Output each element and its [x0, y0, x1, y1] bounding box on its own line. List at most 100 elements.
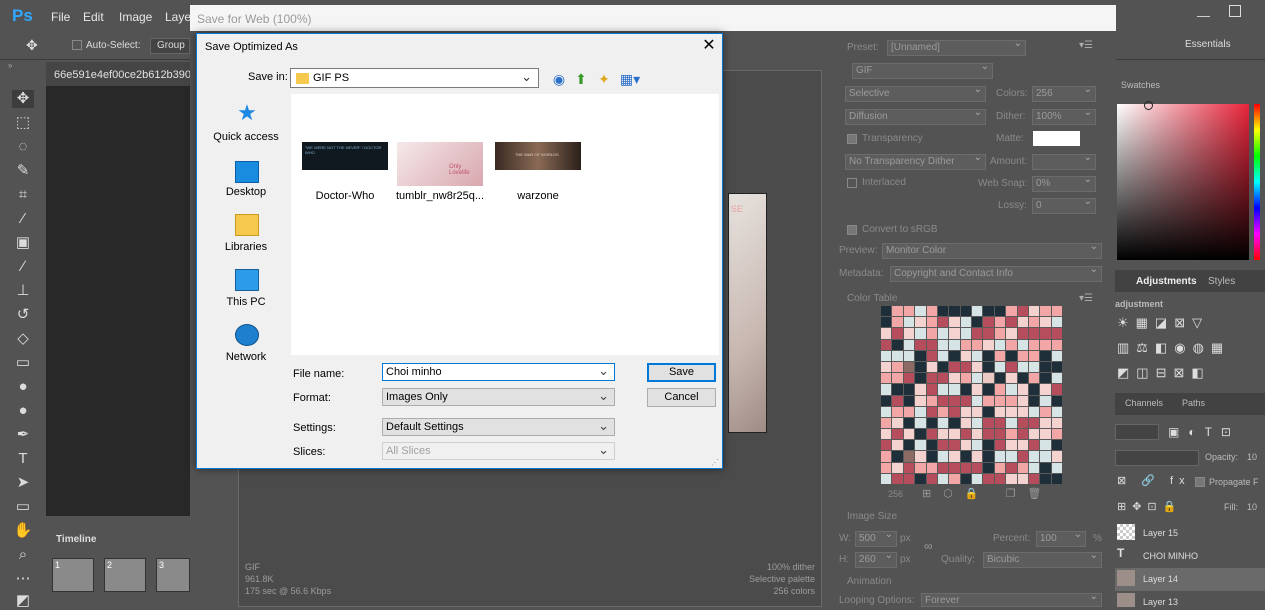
color-swatch[interactable]	[915, 306, 926, 317]
color-swatch[interactable]	[903, 361, 915, 373]
preset-select[interactable]: [Unnamed]	[887, 38, 1026, 56]
crop-tool-icon[interactable]: ⌗	[12, 186, 34, 204]
color-swatch[interactable]	[926, 306, 937, 317]
dither-field[interactable]: 100%	[1032, 107, 1096, 125]
path-select-icon[interactable]: ➤	[12, 474, 34, 492]
color-swatch[interactable]	[972, 328, 983, 339]
hue-slider[interactable]	[1254, 104, 1260, 260]
adjustment-icons-row3[interactable]: ◩◫⊟⊠◧	[1117, 365, 1211, 381]
color-swatch[interactable]	[994, 417, 1006, 429]
healing-brush-icon[interactable]: ▣	[12, 234, 34, 252]
color-swatch[interactable]	[1017, 373, 1028, 384]
color-swatch[interactable]	[1051, 350, 1062, 361]
color-swatch[interactable]	[960, 317, 971, 328]
color-swatch[interactable]	[949, 350, 960, 361]
color-swatch[interactable]	[994, 395, 1006, 406]
color-swatch[interactable]	[960, 395, 971, 406]
color-swatch[interactable]	[1051, 395, 1062, 406]
picker-cursor[interactable]	[1144, 101, 1153, 110]
color-swatch[interactable]	[1051, 417, 1062, 429]
color-swatch[interactable]	[892, 328, 903, 339]
color-swatch[interactable]	[1017, 406, 1028, 417]
color-swatch[interactable]	[881, 339, 892, 350]
color-table-icons[interactable]: ⊞⬡🔒 ❐🗑	[922, 487, 1053, 500]
color-swatch[interactable]	[903, 417, 915, 429]
color-swatch[interactable]	[1040, 417, 1051, 429]
color-swatch[interactable]	[937, 429, 949, 440]
slices-select[interactable]: All Slices	[382, 442, 615, 460]
color-swatch[interactable]	[926, 462, 937, 473]
color-swatch[interactable]	[1040, 350, 1051, 361]
view-menu-icon[interactable]: ▦▾	[618, 70, 642, 88]
save-button[interactable]: Save	[647, 363, 716, 382]
color-swatch[interactable]	[915, 350, 926, 361]
color-swatch[interactable]	[937, 417, 949, 429]
color-swatch[interactable]	[937, 361, 949, 373]
color-swatch[interactable]	[1051, 462, 1062, 473]
color-swatch[interactable]	[881, 384, 892, 395]
eyedropper-icon[interactable]: ⁄	[12, 210, 34, 228]
quick-select-icon[interactable]: ✎	[12, 162, 34, 180]
color-swatch[interactable]	[937, 306, 949, 317]
color-swatch[interactable]	[1028, 462, 1040, 473]
settings-select[interactable]: Default Settings	[382, 418, 615, 436]
color-swatch[interactable]	[949, 429, 960, 440]
color-swatch[interactable]	[926, 429, 937, 440]
color-swatch[interactable]	[983, 339, 994, 350]
file-name-input[interactable]: Choi minho	[382, 363, 615, 381]
color-swatch[interactable]	[1028, 451, 1040, 462]
color-swatch[interactable]	[926, 373, 937, 384]
color-swatch[interactable]	[1028, 339, 1040, 350]
color-swatch[interactable]	[994, 361, 1006, 373]
color-swatch[interactable]	[994, 406, 1006, 417]
collapse-icon[interactable]: »	[8, 61, 12, 70]
color-swatch[interactable]	[881, 373, 892, 384]
color-swatch[interactable]	[1051, 406, 1062, 417]
color-swatch[interactable]	[903, 350, 915, 361]
color-swatch[interactable]	[949, 373, 960, 384]
percent-field[interactable]: 100	[1036, 529, 1086, 547]
color-swatch[interactable]	[903, 406, 915, 417]
color-swatch[interactable]	[892, 473, 903, 484]
color-swatch[interactable]	[1017, 440, 1028, 451]
color-swatch[interactable]	[983, 462, 994, 473]
color-swatch[interactable]	[994, 328, 1006, 339]
color-swatch[interactable]	[960, 429, 971, 440]
color-swatch[interactable]	[1040, 451, 1051, 462]
color-swatch[interactable]	[926, 473, 937, 484]
color-swatch[interactable]	[994, 384, 1006, 395]
color-swatch[interactable]	[881, 350, 892, 361]
color-swatch[interactable]	[903, 451, 915, 462]
color-swatch[interactable]	[983, 406, 994, 417]
color-swatch[interactable]	[881, 361, 892, 373]
pen-tool-icon[interactable]: ✒	[12, 426, 34, 444]
color-swatch[interactable]	[983, 373, 994, 384]
color-swatch[interactable]	[972, 417, 983, 429]
color-swatch[interactable]	[903, 317, 915, 328]
color-swatch[interactable]	[937, 384, 949, 395]
color-swatch[interactable]	[983, 473, 994, 484]
color-picker-field[interactable]	[1117, 104, 1249, 260]
color-swatch[interactable]	[881, 473, 892, 484]
color-swatch[interactable]	[994, 339, 1006, 350]
color-table[interactable]	[881, 306, 1062, 484]
color-swatch[interactable]	[937, 462, 949, 473]
color-swatch[interactable]	[892, 417, 903, 429]
color-swatch-icon[interactable]: ◩	[12, 592, 34, 610]
place-network[interactable]: Network	[202, 351, 290, 363]
format-select[interactable]: Images Only	[382, 388, 615, 406]
color-swatch[interactable]	[892, 440, 903, 451]
color-swatch[interactable]	[937, 451, 949, 462]
color-swatch[interactable]	[949, 339, 960, 350]
color-swatch[interactable]	[903, 384, 915, 395]
lock-icons[interactable]: ⊠ 🔗 fx	[1117, 474, 1191, 487]
color-swatch[interactable]	[1028, 317, 1040, 328]
color-swatch[interactable]	[949, 384, 960, 395]
channels-tab[interactable]: Channels	[1125, 398, 1163, 408]
color-swatch[interactable]	[937, 350, 949, 361]
maximize-icon[interactable]	[1229, 5, 1241, 17]
color-swatch[interactable]	[972, 462, 983, 473]
quality-select[interactable]: Bicubic	[983, 550, 1102, 568]
color-swatch[interactable]	[1006, 473, 1017, 484]
color-swatch[interactable]	[1040, 462, 1051, 473]
